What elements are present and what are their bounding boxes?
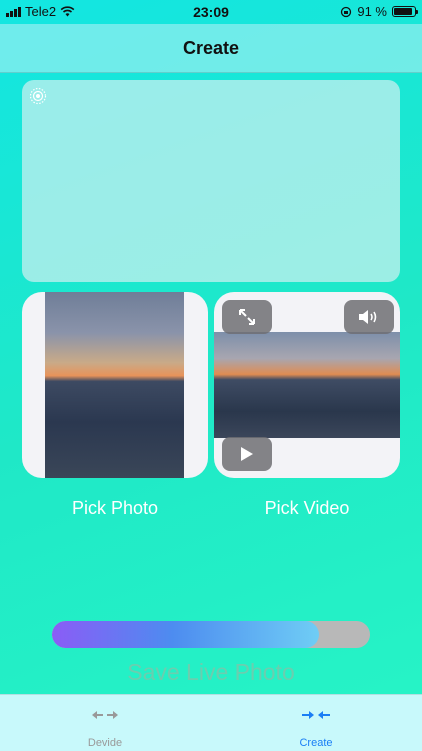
tab-bar: Devide Create xyxy=(0,694,422,751)
status-bar: Tele2 23:09 91 % xyxy=(0,0,422,24)
arrows-apart-icon xyxy=(92,711,118,719)
live-photo-preview[interactable] xyxy=(22,80,400,282)
volume-button[interactable] xyxy=(344,300,394,334)
live-photo-icon xyxy=(29,87,47,105)
rotation-lock-icon xyxy=(341,6,352,17)
arrows-together-icon xyxy=(302,711,330,719)
progress-bar xyxy=(52,621,370,648)
play-icon xyxy=(241,447,253,461)
selected-photo xyxy=(45,292,184,478)
pick-photo-card[interactable] xyxy=(22,292,208,478)
battery-icon xyxy=(392,6,418,17)
status-right: 91 % xyxy=(340,4,418,19)
page-title: Create xyxy=(182,37,240,58)
battery-percent: 91 % xyxy=(357,4,387,19)
tab-devide-label: Devide xyxy=(87,737,123,749)
fullscreen-button[interactable] xyxy=(222,300,272,334)
tab-devide[interactable]: Devide xyxy=(50,695,160,751)
pick-photo-label[interactable]: Pick Photo xyxy=(22,498,208,519)
progress-fill xyxy=(52,621,320,648)
tab-create[interactable]: Create xyxy=(261,695,371,751)
speaker-icon xyxy=(359,310,377,324)
expand-icon xyxy=(239,309,255,325)
navigation-bar: Create xyxy=(0,24,422,73)
pick-video-card[interactable] xyxy=(214,292,400,478)
pick-video-label[interactable]: Pick Video xyxy=(214,498,400,519)
play-button[interactable] xyxy=(222,437,272,471)
tab-create-label: Create xyxy=(299,737,333,749)
selected-video xyxy=(214,332,400,438)
save-live-photo-button[interactable]: Save Live Photo xyxy=(0,658,422,687)
